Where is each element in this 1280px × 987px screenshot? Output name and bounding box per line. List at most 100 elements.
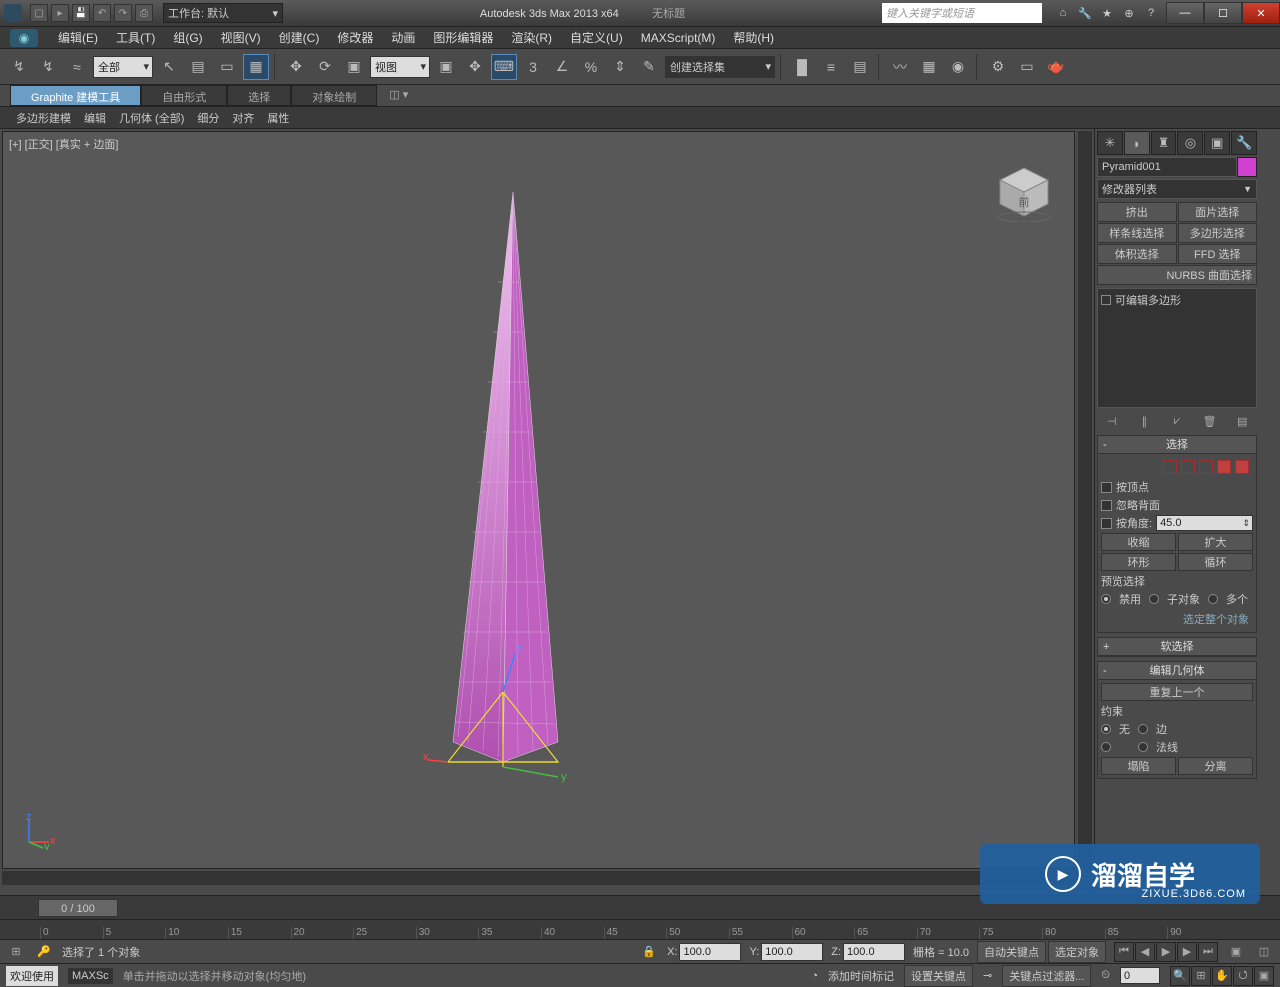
select-object-icon[interactable]: ↖: [156, 54, 182, 80]
ring-button[interactable]: 环形: [1101, 553, 1176, 571]
spinner-snap-icon[interactable]: ⇕: [607, 54, 633, 80]
search-input[interactable]: 键入关键字或短语: [882, 3, 1042, 23]
menu-create[interactable]: 创建(C): [271, 27, 328, 48]
by-angle-checkbox[interactable]: [1101, 518, 1112, 529]
percent-snap-icon[interactable]: %: [578, 54, 604, 80]
window-crossing-icon[interactable]: ▦: [243, 54, 269, 80]
border-subobj-icon[interactable]: [1199, 460, 1213, 474]
time-tag-icon[interactable]: ◔: [811, 970, 818, 982]
render-icon[interactable]: 🫖: [1043, 54, 1069, 80]
object-name-input[interactable]: Pyramid001: [1097, 157, 1237, 177]
poly-select-button[interactable]: 多边形选择: [1178, 223, 1258, 243]
zoom-all-icon[interactable]: ⊞: [1191, 966, 1211, 986]
tab-modify-icon[interactable]: ◗: [1124, 131, 1150, 155]
tab-object-paint[interactable]: 对象绘制: [291, 85, 377, 106]
stack-expand-icon[interactable]: [1101, 295, 1111, 305]
link-icon[interactable]: ⎙: [135, 4, 153, 22]
unlink-icon[interactable]: ↯: [35, 54, 61, 80]
named-selection-dropdown[interactable]: 创建选择集: [665, 56, 775, 78]
orbit-icon[interactable]: ⭯: [1233, 966, 1253, 986]
grow-button[interactable]: 扩大: [1178, 533, 1253, 551]
panel-properties[interactable]: 属性: [261, 108, 295, 128]
tab-selection[interactable]: 选择: [227, 85, 291, 106]
vol-select-button[interactable]: 体积选择: [1097, 244, 1177, 264]
save-icon[interactable]: 💾: [72, 4, 90, 22]
tab-motion-icon[interactable]: ◎: [1177, 131, 1203, 155]
make-unique-icon[interactable]: ⩗: [1162, 411, 1192, 431]
workspace-dropdown[interactable]: 工作台: 默认: [163, 3, 283, 23]
object-color-swatch[interactable]: [1237, 157, 1257, 177]
panel-geometry-all[interactable]: 几何体 (全部): [113, 108, 190, 128]
shrink-button[interactable]: 收缩: [1101, 533, 1176, 551]
select-by-name-icon[interactable]: ▤: [185, 54, 211, 80]
repeat-last-button[interactable]: 重复上一个: [1101, 683, 1253, 701]
nurbs-surf-select-button[interactable]: NURBS 曲面选择: [1097, 265, 1257, 285]
ignore-backface-checkbox[interactable]: [1101, 500, 1112, 511]
globe-icon[interactable]: ⊕: [1120, 4, 1138, 22]
ribbon-dropdown-icon[interactable]: ◫ ▾: [383, 85, 414, 106]
current-frame-input[interactable]: [1120, 967, 1160, 984]
constraint-none-radio[interactable]: [1101, 724, 1111, 734]
configure-sets-icon[interactable]: ▤: [1227, 411, 1257, 431]
render-frame-icon[interactable]: ▭: [1014, 54, 1040, 80]
angle-spinner[interactable]: 45.0: [1156, 515, 1253, 531]
zoom-icon[interactable]: 🔍: [1170, 966, 1190, 986]
preview-multi-radio[interactable]: [1208, 594, 1218, 604]
menu-group[interactable]: 组(G): [165, 27, 210, 48]
goto-end-icon[interactable]: ⏭: [1198, 942, 1218, 962]
max-viewport-icon[interactable]: ▣: [1254, 966, 1274, 986]
selection-filter-dropdown[interactable]: 全部: [93, 56, 153, 78]
viewcube-icon[interactable]: 前: [994, 162, 1054, 222]
modifier-stack-item[interactable]: 可编辑多边形: [1101, 292, 1253, 308]
by-vertex-checkbox[interactable]: [1101, 482, 1112, 493]
panel-poly-modeling[interactable]: 多边形建模: [10, 108, 77, 128]
constraint-normal-radio[interactable]: [1138, 742, 1148, 752]
modifier-stack[interactable]: 可编辑多边形: [1097, 288, 1257, 408]
rollout-selection-header[interactable]: -选择: [1098, 436, 1256, 454]
set-key-mode-icon[interactable]: 🔑: [34, 942, 54, 962]
scale-icon[interactable]: ▣: [341, 54, 367, 80]
patch-select-button[interactable]: 面片选择: [1178, 202, 1258, 222]
redo-icon[interactable]: ↷: [114, 4, 132, 22]
panel-edit[interactable]: 编辑: [78, 108, 112, 128]
rollout-soft-header[interactable]: +软选择: [1098, 638, 1256, 656]
next-frame-icon[interactable]: ▶: [1177, 942, 1197, 962]
rollout-edit-geom-header[interactable]: -编辑几何体: [1098, 662, 1256, 680]
keyboard-shortcut-icon[interactable]: ⌨: [491, 54, 517, 80]
material-editor-icon[interactable]: ◉: [945, 54, 971, 80]
track-bar[interactable]: 05 1015 2025 3035 4045 5055 6065 7075 80…: [0, 919, 1280, 939]
viewport-scrollbar-h[interactable]: [2, 871, 1078, 885]
viewport[interactable]: [+] [正交] [真实 + 边面]: [2, 131, 1075, 869]
link-target-icon[interactable]: ↯: [6, 54, 32, 80]
constraint-face-radio[interactable]: [1101, 742, 1111, 752]
pivot-center-icon[interactable]: ▣: [433, 54, 459, 80]
extrude-button[interactable]: 挤出: [1097, 202, 1177, 222]
panel-align[interactable]: 对齐: [226, 108, 260, 128]
key-mode-icon[interactable]: ⊸: [983, 969, 992, 982]
preview-subobj-radio[interactable]: [1149, 594, 1159, 604]
rotate-icon[interactable]: ⟳: [312, 54, 338, 80]
menu-animation[interactable]: 动画: [383, 27, 423, 48]
menu-maxscript[interactable]: MAXScript(M): [633, 29, 724, 47]
isolate-icon[interactable]: ▣: [1226, 942, 1246, 962]
render-setup-icon[interactable]: ⚙: [985, 54, 1011, 80]
menu-help[interactable]: 帮助(H): [725, 27, 782, 48]
close-button[interactable]: ✕: [1242, 2, 1280, 24]
time-config-icon[interactable]: ⏲: [1101, 969, 1110, 982]
coord-x-input[interactable]: [679, 943, 741, 961]
menu-views[interactable]: 视图(V): [213, 27, 269, 48]
schematic-icon[interactable]: ▦: [916, 54, 942, 80]
detach-button[interactable]: 分离: [1178, 757, 1253, 775]
minimize-button[interactable]: —: [1166, 2, 1204, 24]
vertex-subobj-icon[interactable]: [1163, 460, 1177, 474]
menu-customize[interactable]: 自定义(U): [562, 27, 631, 48]
infocenter-icon[interactable]: ⌂: [1054, 4, 1072, 22]
menu-graph-editors[interactable]: 图形编辑器: [425, 27, 501, 48]
key-filters-button[interactable]: 关键点过滤器...: [1002, 965, 1091, 987]
snap-toggle-icon[interactable]: 3: [520, 54, 546, 80]
align-icon[interactable]: ≡: [818, 54, 844, 80]
pin-stack-icon[interactable]: ⊣: [1097, 411, 1127, 431]
tab-freeform[interactable]: 自由形式: [141, 85, 227, 106]
coord-z-input[interactable]: [843, 943, 905, 961]
panel-subdivision[interactable]: 细分: [191, 108, 225, 128]
